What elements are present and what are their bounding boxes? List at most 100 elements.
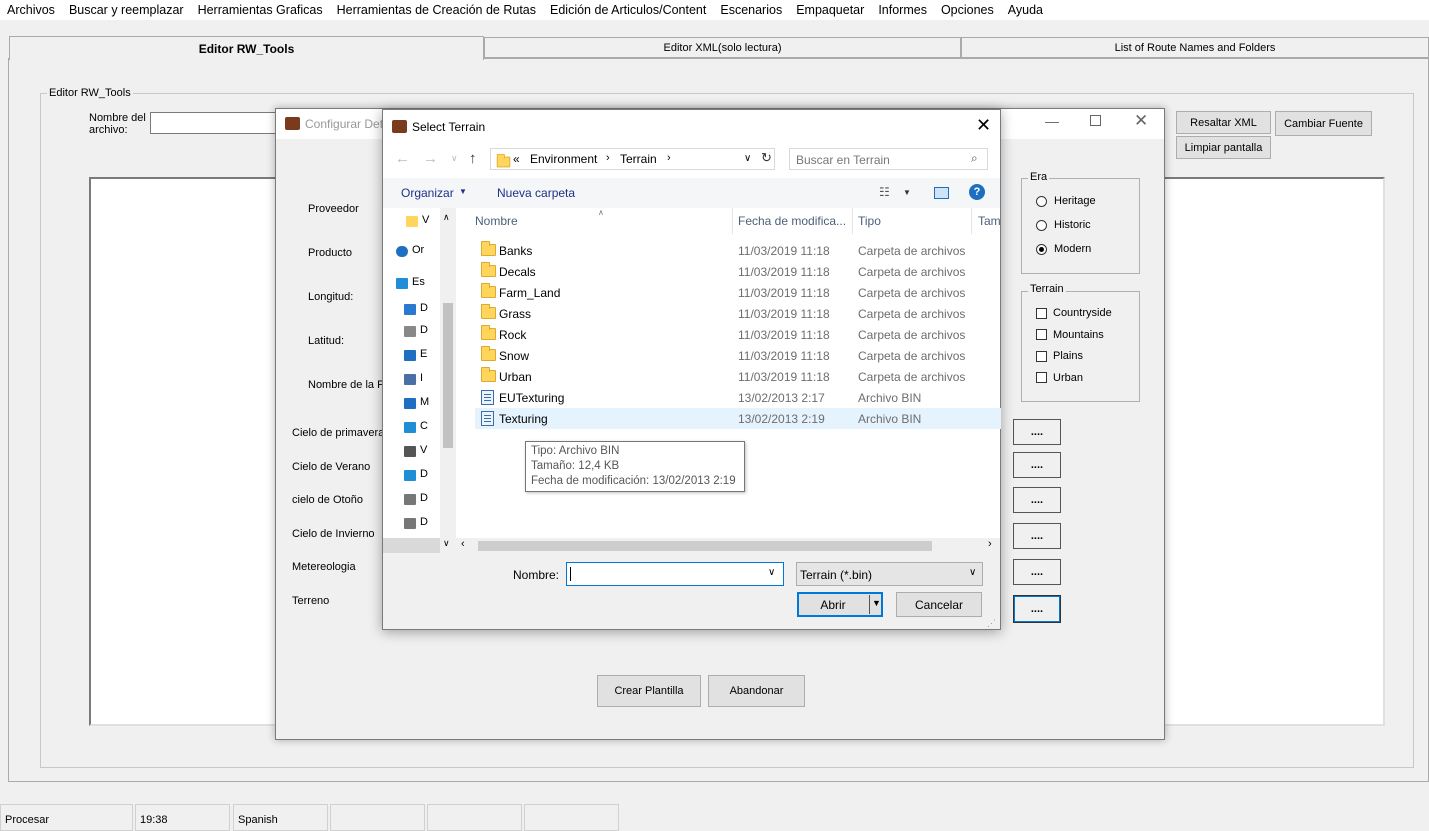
filename-combobox[interactable]: ∨ bbox=[566, 562, 784, 586]
menu-item[interactable]: Empaquetar bbox=[789, 3, 871, 17]
menu-item[interactable]: Herramientas Graficas bbox=[191, 3, 330, 17]
cancel-button[interactable]: Cancelar bbox=[896, 592, 982, 617]
nav-scrollbar[interactable]: ∧ ∨ bbox=[440, 208, 456, 553]
menu-item[interactable]: Buscar y reemplazar bbox=[62, 3, 191, 17]
era-radio-modern[interactable]: Modern bbox=[1036, 243, 1091, 255]
menu-item[interactable]: Informes bbox=[871, 3, 934, 17]
chevron-down-icon[interactable]: ▼ bbox=[872, 598, 881, 608]
file-row[interactable]: Farm_Land 11/03/2019 11:18 Carpeta de arch… bbox=[475, 282, 1001, 303]
nav-item[interactable]: D bbox=[420, 492, 428, 504]
maximize-icon[interactable] bbox=[1090, 115, 1101, 126]
nav-hscroll[interactable] bbox=[383, 538, 440, 553]
nav-item[interactable]: E bbox=[420, 348, 427, 360]
tab-route-names[interactable]: List of Route Names and Folders bbox=[961, 37, 1429, 58]
nav-item[interactable]: D bbox=[420, 324, 428, 336]
checkbox-icon[interactable] bbox=[1036, 329, 1047, 340]
nav-item[interactable]: C bbox=[420, 420, 428, 432]
menu-item[interactable]: Herramientas de Creación de Rutas bbox=[330, 3, 543, 17]
file-row[interactable]: Decals 11/03/2019 11:18 Carpeta de archivo… bbox=[475, 261, 1001, 282]
organize-button[interactable]: Organizar bbox=[401, 186, 454, 200]
chevron-down-icon[interactable]: ▼ bbox=[903, 188, 911, 197]
refresh-icon[interactable]: ↻ bbox=[761, 150, 772, 166]
terrain-checkbox-plains[interactable]: Plains bbox=[1036, 350, 1083, 362]
breadcrumb-environment[interactable]: Environment bbox=[530, 152, 597, 166]
browse-button[interactable]: .... bbox=[1013, 523, 1061, 549]
scroll-down-icon[interactable]: ∨ bbox=[443, 538, 450, 549]
file-row[interactable]: Banks 11/03/2019 11:18 Carpeta de archivos bbox=[475, 240, 1001, 261]
highlight-xml-button[interactable]: Resaltar XML bbox=[1176, 111, 1271, 134]
tab-editor[interactable]: Editor RW_Tools bbox=[9, 36, 484, 60]
menu-item[interactable]: Escenarios bbox=[713, 3, 789, 17]
file-row[interactable]: EUTexturing 13/02/2013 2:17 Archivo BIN bbox=[475, 387, 1001, 408]
scroll-up-icon[interactable]: ∧ bbox=[443, 212, 450, 223]
menu-item[interactable]: Ayuda bbox=[1001, 3, 1050, 17]
radio-icon[interactable] bbox=[1036, 243, 1047, 255]
radio-icon[interactable] bbox=[1036, 219, 1047, 231]
nav-item[interactable]: D bbox=[420, 302, 428, 314]
browse-button[interactable]: .... bbox=[1013, 419, 1061, 445]
resize-grip-icon[interactable]: ⋰ bbox=[987, 618, 996, 629]
close-icon[interactable]: ✕ bbox=[976, 115, 991, 136]
open-button[interactable]: Abrir ▼ bbox=[797, 592, 883, 617]
era-radio-historic[interactable]: Historic bbox=[1036, 219, 1091, 231]
help-icon[interactable]: ? bbox=[969, 184, 985, 200]
browse-button[interactable]: .... bbox=[1013, 487, 1061, 513]
menu-item[interactable]: Archivos bbox=[0, 3, 62, 17]
nav-item[interactable]: V bbox=[422, 214, 429, 226]
era-radio-heritage[interactable]: Heritage bbox=[1036, 195, 1096, 207]
address-bar[interactable]: « Environment › Terrain › ∨ ↻ bbox=[490, 148, 775, 170]
tab-xml-editor[interactable]: Editor XML(solo lectura) bbox=[484, 37, 961, 58]
nav-item[interactable]: M bbox=[420, 396, 429, 408]
nav-item[interactable]: D bbox=[420, 516, 428, 528]
back-icon[interactable]: ← bbox=[395, 150, 410, 167]
breadcrumb-terrain[interactable]: Terrain bbox=[620, 152, 657, 166]
preview-pane-icon[interactable] bbox=[934, 187, 949, 199]
file-hscroll[interactable]: ‹ › bbox=[456, 538, 1000, 553]
change-font-button[interactable]: Cambiar Fuente bbox=[1275, 111, 1372, 136]
browse-button[interactable]: .... bbox=[1013, 559, 1061, 585]
browse-button[interactable]: .... bbox=[1013, 452, 1061, 478]
file-row[interactable]: Snow 11/03/2019 11:18 Carpeta de archivos bbox=[475, 345, 1001, 366]
nav-item[interactable]: D bbox=[420, 468, 428, 480]
file-row[interactable]: Urban 11/03/2019 11:18 Carpeta de archivos bbox=[475, 366, 1001, 387]
close-icon[interactable]: ✕ bbox=[1134, 111, 1148, 131]
terrain-checkbox-mountains[interactable]: Mountains bbox=[1036, 329, 1104, 341]
nav-item[interactable]: Es bbox=[412, 276, 425, 288]
scroll-right-icon[interactable]: › bbox=[988, 538, 992, 550]
radio-icon[interactable] bbox=[1036, 195, 1047, 207]
browse-button[interactable]: .... bbox=[1013, 595, 1061, 623]
menu-item[interactable]: Opciones bbox=[934, 3, 1001, 17]
nav-item[interactable]: Or bbox=[412, 244, 424, 256]
recent-chevron-icon[interactable]: ∨ bbox=[451, 153, 458, 164]
file-row[interactable]: Grass 11/03/2019 11:18 Carpeta de archivos bbox=[475, 303, 1001, 324]
chevron-down-icon[interactable]: ∨ bbox=[744, 153, 751, 164]
column-type[interactable]: Tipo bbox=[858, 214, 881, 228]
nav-item[interactable]: I bbox=[420, 372, 423, 384]
column-size[interactable]: Tam bbox=[978, 214, 1001, 228]
column-date[interactable]: Fecha de modifica... bbox=[738, 214, 846, 228]
checkbox-icon[interactable] bbox=[1036, 372, 1047, 383]
file-type-select[interactable]: Terrain (*.bin) ∨ bbox=[796, 562, 983, 586]
terrain-checkbox-urban[interactable]: Urban bbox=[1036, 372, 1083, 384]
breadcrumb-overflow[interactable]: « bbox=[513, 152, 520, 166]
clear-screen-button[interactable]: Limpiar pantalla bbox=[1176, 136, 1271, 159]
checkbox-icon[interactable] bbox=[1036, 350, 1047, 362]
abandon-button[interactable]: Abandonar bbox=[708, 675, 805, 707]
checkbox-icon[interactable] bbox=[1036, 307, 1047, 319]
up-icon[interactable]: ↑ bbox=[469, 150, 477, 167]
search-icon[interactable]: ⌕ bbox=[971, 151, 978, 166]
chevron-down-icon[interactable]: ∨ bbox=[768, 567, 775, 578]
terrain-checkbox-countryside[interactable]: Countryside bbox=[1036, 307, 1112, 319]
menu-item[interactable]: Edición de Articulos/Content bbox=[543, 3, 713, 17]
file-row[interactable]: Texturing 13/02/2013 2:19 Archivo BIN bbox=[475, 408, 1001, 429]
nav-item[interactable]: V bbox=[420, 444, 427, 456]
nav-scroll-thumb[interactable] bbox=[443, 303, 453, 448]
file-row[interactable]: Rock 11/03/2019 11:18 Carpeta de archivos bbox=[475, 324, 1001, 345]
forward-icon[interactable]: → bbox=[423, 150, 438, 167]
new-folder-button[interactable]: Nueva carpeta bbox=[497, 186, 575, 200]
search-input[interactable]: Buscar en Terrain ⌕ bbox=[789, 148, 988, 170]
create-template-button[interactable]: Crear Plantilla bbox=[597, 675, 701, 707]
scroll-left-icon[interactable]: ‹ bbox=[461, 538, 465, 550]
filename-input[interactable] bbox=[150, 112, 280, 134]
column-name[interactable]: Nombre bbox=[475, 214, 518, 228]
